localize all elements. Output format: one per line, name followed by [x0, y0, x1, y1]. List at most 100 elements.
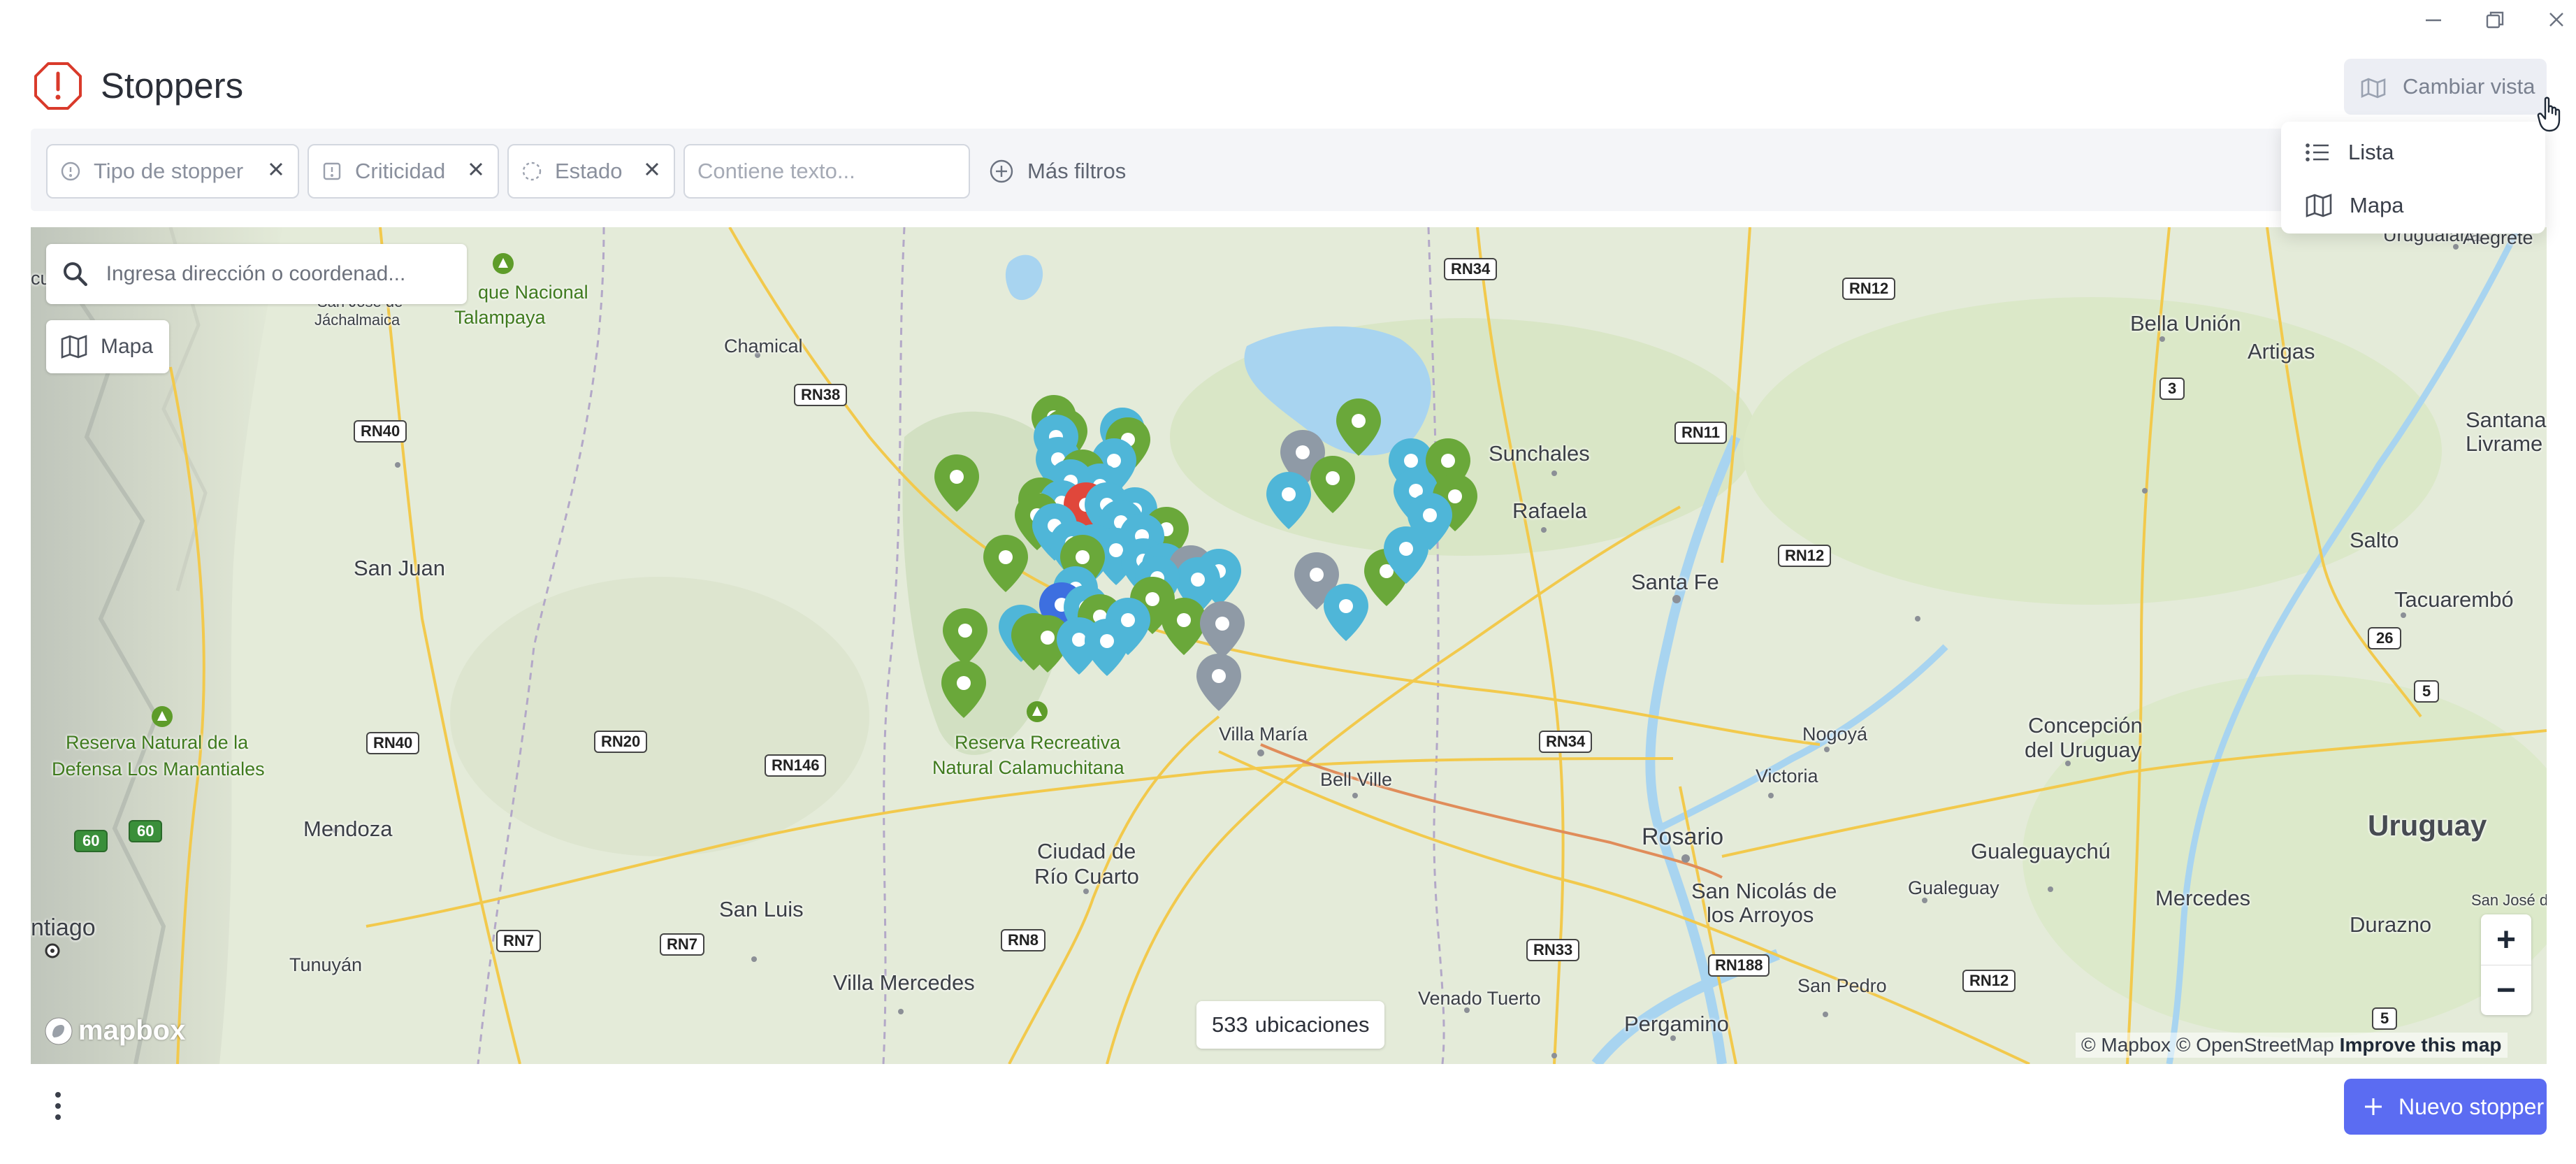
- map-label: Bella Unión: [2130, 311, 2241, 336]
- road-shield: RN188: [1708, 954, 1770, 977]
- road-shield: 60: [74, 830, 108, 852]
- close-icon: [645, 162, 659, 176]
- close-button[interactable]: [2535, 6, 2576, 34]
- view-option-list[interactable]: Lista: [2281, 127, 2545, 178]
- filter-chip-label: Estado: [555, 159, 623, 183]
- map-label: Santana: [2466, 408, 2547, 432]
- map-base-layer: [31, 227, 2547, 1064]
- road-shield: RN7: [496, 930, 542, 952]
- map-canvas[interactable]: cu que Nacional Talampaya San José de Já…: [31, 227, 2547, 1064]
- map-search-input[interactable]: [106, 262, 467, 286]
- map-label: Talampaya: [454, 307, 546, 328]
- new-stopper-button[interactable]: Nuevo stopper: [2344, 1079, 2547, 1135]
- map-label: Venado Tuerto: [1418, 988, 1541, 1009]
- page-title: Stoppers: [101, 66, 244, 106]
- mapbox-logo-text: mapbox: [78, 1015, 186, 1046]
- map-label: Tacuarembó: [2394, 587, 2514, 612]
- zoom-control: + −: [2481, 914, 2531, 1015]
- change-view-button[interactable]: Cambiar vista: [2344, 59, 2547, 115]
- location-count-label: ubicaciones: [1254, 1012, 1370, 1037]
- map-label: Villa Mercedes: [833, 970, 975, 995]
- hand-cursor-icon: [2537, 96, 2561, 132]
- road-shield: RN8: [1001, 929, 1046, 951]
- minimize-icon: [2426, 19, 2441, 22]
- map-icon: [61, 335, 87, 359]
- map-label: Natural Calamuchitana: [932, 757, 1124, 778]
- road-shield: RN11: [1674, 422, 1728, 444]
- remove-filter-button[interactable]: [267, 159, 285, 184]
- map-label: Santa Fe: [1631, 570, 1719, 594]
- road-shield: 26: [2368, 627, 2402, 649]
- map-label: Defensa Los Manantiales: [52, 759, 265, 779]
- close-icon: [469, 162, 483, 176]
- remove-filter-button[interactable]: [643, 159, 661, 184]
- map-label: Reserva Natural de la: [66, 732, 249, 753]
- restore-button[interactable]: [2474, 6, 2516, 34]
- zoom-in-button[interactable]: +: [2481, 914, 2531, 965]
- map-label: Gualeguaychú: [1971, 839, 2111, 863]
- map-icon: [2361, 78, 2386, 99]
- filter-chip-label: Tipo de stopper: [94, 159, 244, 183]
- map-label: Rafaela: [1512, 498, 1587, 523]
- filter-chip-tipo[interactable]: Tipo de stopper: [46, 144, 299, 199]
- map-label: Salto: [2350, 528, 2399, 552]
- map-label: Uruguay: [2368, 809, 2487, 842]
- map-label: Sunchales: [1489, 441, 1590, 466]
- map-label: San Luis: [719, 897, 804, 921]
- map-style-button[interactable]: Mapa: [46, 320, 169, 373]
- dashed-circle-icon: [522, 161, 542, 181]
- map-label: Rosario: [1642, 824, 1724, 850]
- road-shield: RN146: [765, 754, 827, 777]
- map-label: Pergamino: [1624, 1012, 1729, 1036]
- restore-icon: [2486, 11, 2504, 29]
- remove-filter-button[interactable]: [467, 159, 485, 184]
- map-label: Reserva Recreativa: [955, 732, 1121, 753]
- more-filters-button[interactable]: Más filtros: [988, 154, 1126, 189]
- close-icon: [2549, 13, 2563, 27]
- list-icon: [2306, 143, 2329, 161]
- map-label: Durazno: [2350, 912, 2432, 937]
- view-option-label: Mapa: [2350, 193, 2404, 217]
- info-circle-icon: [61, 161, 80, 181]
- alert-octagon-icon: [34, 62, 82, 110]
- map-attribution: © Mapbox © OpenStreetMap Improve this ma…: [2076, 1033, 2508, 1058]
- map-label: Nogoyá: [1802, 724, 1868, 745]
- location-count-badge: 533 ubicaciones: [1196, 1001, 1385, 1049]
- map-label: Gualeguay: [1908, 877, 1999, 898]
- close-icon: [269, 162, 283, 176]
- alert-square-icon: [323, 162, 341, 180]
- map-label: Tunuyán: [289, 954, 363, 975]
- map-label: Villa María: [1219, 724, 1308, 745]
- more-options-icon[interactable]: [48, 1091, 68, 1121]
- change-view-label: Cambiar vista: [2403, 74, 2535, 99]
- road-shield: RN12: [1778, 545, 1832, 567]
- minimize-button[interactable]: [2412, 6, 2454, 34]
- map-label: San Nicolás de: [1691, 879, 1837, 903]
- improve-map-link[interactable]: Improve this map: [2340, 1034, 2502, 1056]
- map-label: ntiago: [31, 914, 96, 941]
- map-label: Artigas: [2248, 339, 2315, 364]
- map-search[interactable]: [46, 244, 467, 304]
- road-shield: RN40: [366, 732, 420, 754]
- map-label: Livrame: [2466, 431, 2543, 456]
- map-label: San Pedro: [1797, 975, 1887, 996]
- view-option-map[interactable]: Mapa: [2281, 180, 2545, 231]
- mapbox-logo: mapbox: [43, 1015, 185, 1047]
- map-label: Chamical: [724, 336, 803, 357]
- road-shield: RN34: [1539, 731, 1593, 753]
- road-shield: RN12: [1962, 970, 2016, 992]
- road-shield: 5: [2372, 1007, 2398, 1030]
- road-shield: 5: [2414, 680, 2440, 703]
- road-shield: 60: [129, 820, 163, 842]
- mapbox-logo-icon: [45, 1017, 73, 1044]
- map-label: Mendoza: [303, 817, 393, 841]
- map-label: Ciudad de: [1037, 839, 1136, 863]
- text-filter-input[interactable]: [683, 144, 970, 199]
- map-label: Río Cuarto: [1034, 864, 1139, 889]
- zoom-out-button[interactable]: −: [2481, 965, 2531, 1015]
- plus-circle-icon: [990, 159, 1013, 183]
- filter-chip-estado[interactable]: Estado: [507, 144, 675, 199]
- road-shield: 3: [2159, 378, 2185, 400]
- filter-chip-criticidad[interactable]: Criticidad: [307, 144, 499, 199]
- map-label: Victoria: [1756, 766, 1818, 786]
